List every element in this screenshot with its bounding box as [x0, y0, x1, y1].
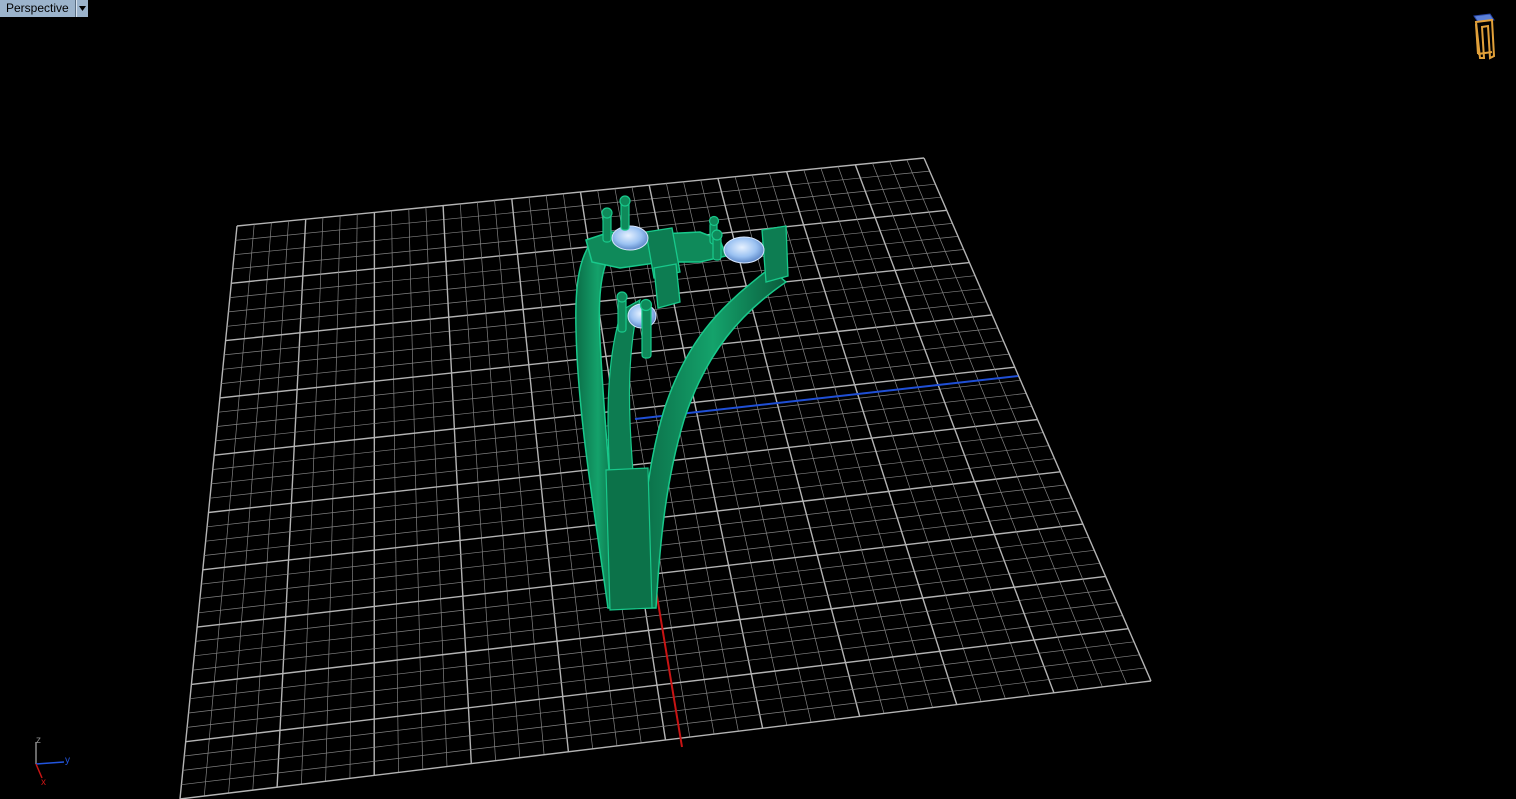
axis-z-label: z	[36, 735, 41, 746]
prong	[617, 297, 627, 333]
grid-line	[182, 654, 1140, 771]
prong-tip	[616, 291, 628, 303]
right-shank	[639, 267, 788, 609]
grid-line	[188, 602, 1118, 714]
gem-left	[611, 225, 649, 251]
grid-line	[889, 161, 1103, 688]
axis-x-label: x	[41, 777, 46, 788]
lower-block	[653, 263, 681, 309]
viewport-title[interactable]: Perspective	[0, 0, 76, 17]
grid-line	[854, 164, 1055, 694]
right-bezel	[761, 225, 789, 283]
triangle-down-icon[interactable]	[75, 0, 88, 17]
band-base	[605, 467, 653, 611]
prong	[641, 305, 652, 359]
axis-y-label: y	[65, 755, 70, 766]
viewport-title-tab[interactable]: Perspective	[0, 0, 88, 17]
grid-line	[837, 166, 1030, 696]
prong-tip	[711, 229, 723, 241]
grid-line	[906, 159, 1128, 685]
grid-line	[179, 680, 1152, 799]
prong-tip	[601, 207, 613, 219]
axis-tripod: z y x	[28, 732, 80, 792]
grid-line	[187, 615, 1123, 728]
prong-tip	[708, 215, 720, 227]
3d-scene[interactable]	[0, 0, 1516, 799]
grid-line	[184, 641, 1135, 757]
grid-line	[923, 157, 1152, 682]
prong-tip	[619, 195, 631, 207]
gem-right	[723, 236, 765, 264]
perspective-viewport[interactable]: Perspective z y x	[0, 0, 1516, 799]
world-x-axis-line	[652, 571, 683, 748]
view-cube-icon[interactable]	[1468, 12, 1500, 62]
grid-line	[181, 667, 1146, 786]
grid-line	[185, 628, 1129, 743]
prong-tip	[639, 298, 653, 312]
